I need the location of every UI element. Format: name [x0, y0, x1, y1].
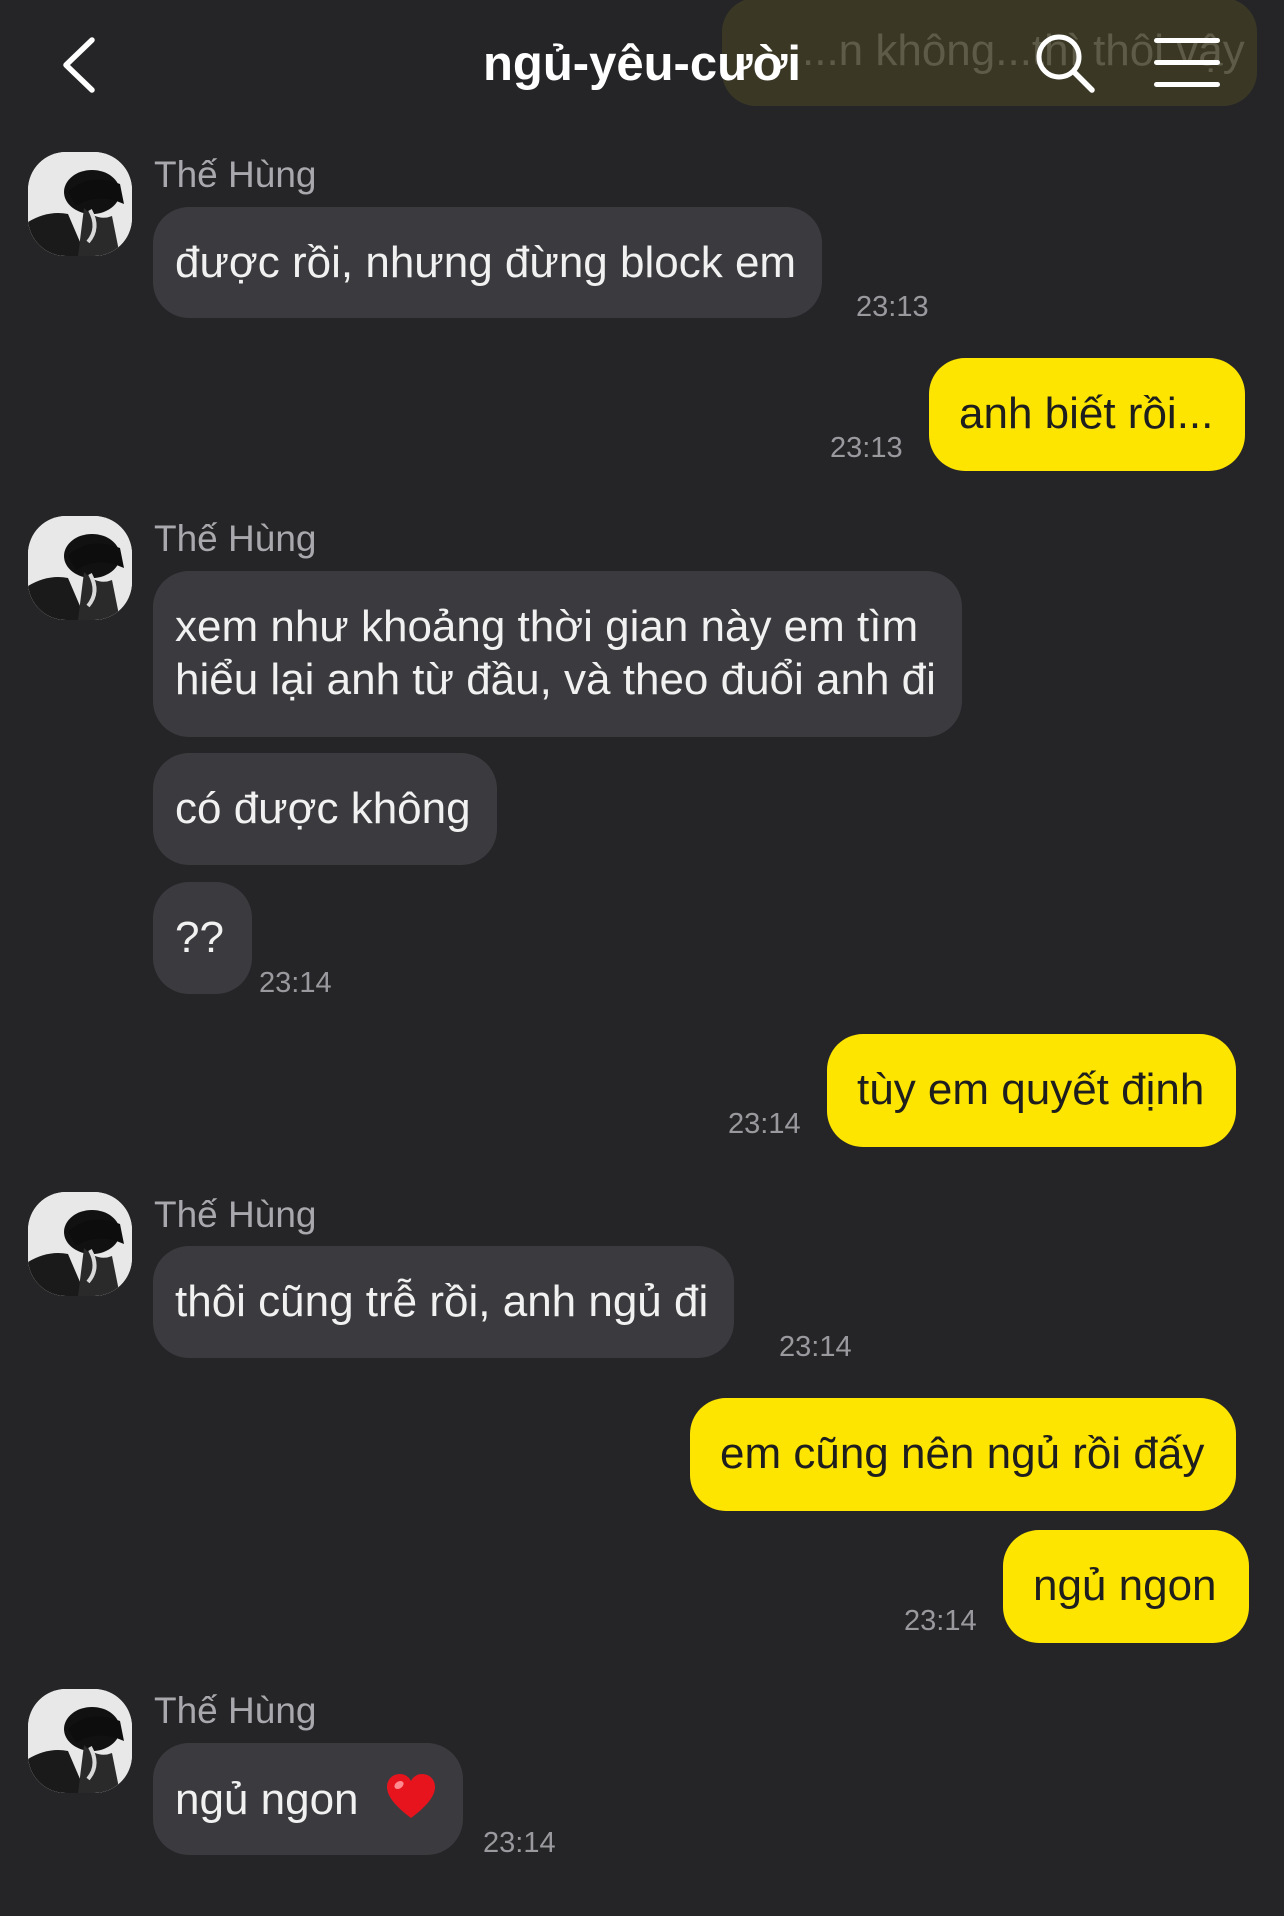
avatar-photo-icon: [28, 516, 132, 620]
message-time: 23:14: [779, 1331, 852, 1363]
message-text: anh biết rồi...: [959, 389, 1214, 438]
outgoing-message-bubble[interactable]: em cũng nên ngủ rồi đấy: [690, 1398, 1237, 1511]
avatar-photo-icon: [28, 1192, 132, 1296]
message-text: tùy em quyết định: [857, 1065, 1205, 1114]
message-text: ??: [175, 913, 224, 962]
menu-button[interactable]: [1154, 38, 1220, 90]
message-text: em cũng nên ngủ rồi đấy: [720, 1429, 1205, 1478]
incoming-message-bubble[interactable]: ngủ ngon: [153, 1743, 463, 1855]
sender-name: Thế Hùng: [154, 1690, 317, 1731]
message-time: 23:14: [259, 967, 332, 999]
incoming-message-bubble[interactable]: xem như khoảng thời gian này em tìm hiểu…: [153, 571, 962, 737]
incoming-message-bubble[interactable]: được rồi, nhưng đừng block em: [153, 207, 823, 318]
message-time: 23:14: [728, 1108, 801, 1140]
sender-name: Thế Hùng: [154, 154, 317, 195]
message-time: 23:14: [483, 1827, 556, 1859]
sender-name: Thế Hùng: [154, 1194, 317, 1235]
avatar[interactable]: [28, 1689, 132, 1793]
outgoing-message-bubble[interactable]: tùy em quyết định: [827, 1034, 1237, 1147]
message-text: có được không: [175, 784, 471, 833]
message-text-line: xem như khoảng thời gian này em tìm: [175, 602, 919, 651]
avatar-photo-icon: [28, 1689, 132, 1793]
incoming-message-bubble[interactable]: có được không: [153, 753, 497, 865]
red-heart-icon: [386, 1774, 435, 1818]
message-time: 23:13: [856, 291, 929, 323]
incoming-message-bubble[interactable]: ??: [153, 882, 252, 994]
message-text: ngủ ngon: [175, 1775, 359, 1824]
outgoing-message-bubble[interactable]: ngủ ngon: [1003, 1530, 1249, 1643]
message-time: 23:14: [904, 1605, 977, 1637]
avatar[interactable]: [28, 152, 132, 256]
sender-name: Thế Hùng: [154, 518, 317, 559]
search-button[interactable]: [1034, 32, 1098, 96]
message-text-line: hiểu lại anh từ đầu, và theo đuổi anh đi: [175, 655, 936, 704]
message-text: thôi cũng trễ rồi, anh ngủ đi: [175, 1277, 709, 1326]
avatar-photo-icon: [28, 152, 132, 256]
hamburger-menu-icon: [1154, 38, 1220, 87]
outgoing-message-bubble[interactable]: anh biết rồi...: [929, 358, 1246, 471]
avatar[interactable]: [28, 516, 132, 620]
message-text: ngủ ngon: [1033, 1561, 1217, 1610]
message-time: 23:13: [830, 432, 903, 464]
incoming-message-bubble[interactable]: thôi cũng trễ rồi, anh ngủ đi: [153, 1246, 735, 1358]
avatar[interactable]: [28, 1192, 132, 1296]
message-text: được rồi, nhưng đừng block em: [175, 238, 797, 287]
search-icon: [1036, 34, 1095, 93]
chat-header: ...n không...thì thôi vậy ngủ-yêu-cười: [0, 0, 1284, 130]
